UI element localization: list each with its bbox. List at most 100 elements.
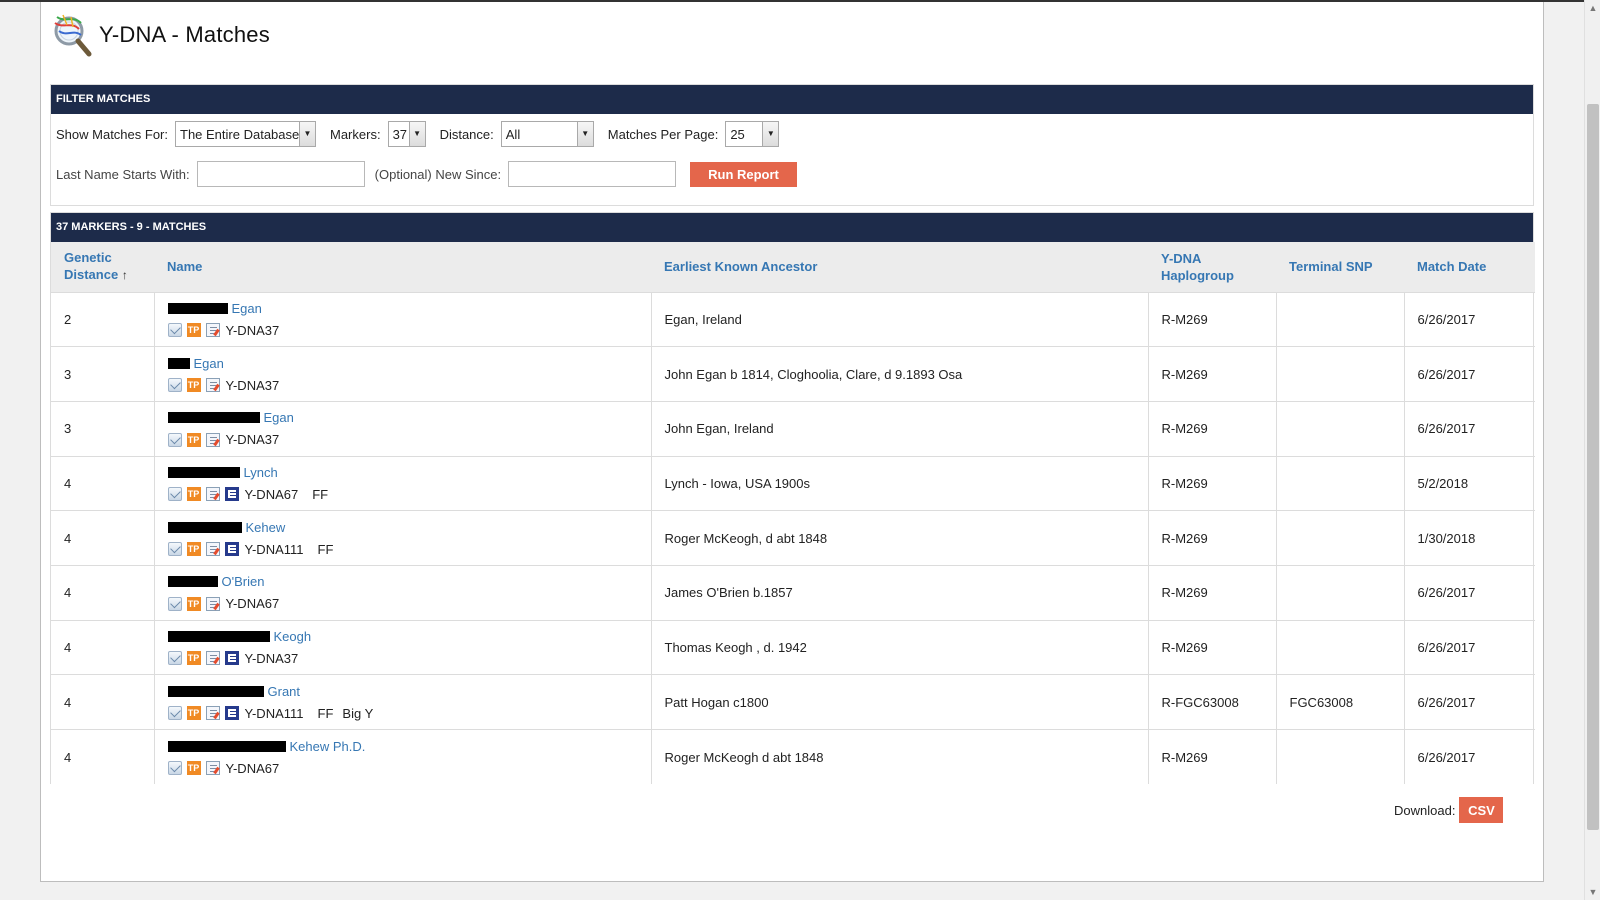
download-area: Download: CSV: [1394, 797, 1504, 823]
notes-icon[interactable]: [205, 651, 220, 666]
notes-icon[interactable]: [205, 761, 220, 776]
last-name-input[interactable]: [196, 161, 365, 187]
date-cell: 6/26/2017: [1403, 619, 1535, 675]
match-name-link[interactable]: Lynch: [244, 465, 278, 480]
envelope-icon[interactable]: [167, 487, 182, 502]
notes-icon[interactable]: [205, 596, 220, 611]
snp-cell: FGC63008: [1275, 674, 1404, 730]
match-name-link[interactable]: Egan: [232, 301, 262, 316]
table-row: 4 Lynch TP Y-DNA67 FF Lynch - Iowa, USA …: [51, 455, 1535, 511]
ancestor-cell: Roger McKeogh d abt 1848: [650, 729, 1148, 785]
match-name-link[interactable]: Keogh: [274, 629, 312, 644]
vertical-scrollbar[interactable]: ▲ ▼: [1584, 0, 1600, 900]
markers-select[interactable]: 37 ▼: [387, 121, 426, 147]
col-haplogroup[interactable]: Y-DNA Haplogroup: [1148, 242, 1276, 292]
distance-cell: 4: [51, 455, 154, 511]
test-type: Y-DNA37: [225, 377, 280, 393]
show-matches-label: Show Matches For:: [56, 126, 168, 142]
envelope-icon[interactable]: [167, 432, 182, 447]
date-cell: 6/26/2017: [1403, 291, 1535, 347]
redacted-name: [167, 357, 190, 369]
haplotree-icon[interactable]: [224, 542, 239, 557]
haplotree-icon[interactable]: [224, 706, 239, 721]
family-tree-icon[interactable]: TP: [186, 596, 201, 611]
family-tree-icon[interactable]: TP: [186, 432, 201, 447]
show-matches-select[interactable]: The Entire Database ▼: [175, 121, 316, 147]
envelope-icon[interactable]: [167, 761, 182, 776]
haplotree-icon[interactable]: [224, 487, 239, 502]
distance-cell: 4: [51, 729, 154, 785]
snp-cell: [1275, 729, 1404, 785]
table-row: 2 Egan TP Y-DNA37 Egan, Ireland R-M269 6…: [51, 291, 1535, 347]
family-tree-icon[interactable]: TP: [186, 542, 201, 557]
notes-icon[interactable]: [205, 378, 220, 393]
envelope-icon[interactable]: [167, 706, 182, 721]
col-name[interactable]: Name: [154, 242, 651, 292]
scrollbar-thumb[interactable]: [1587, 104, 1599, 830]
table-row: 3 Egan TP Y-DNA37 John Egan, Ireland R-M…: [51, 400, 1535, 457]
notes-icon[interactable]: [205, 432, 220, 447]
envelope-icon[interactable]: [167, 651, 182, 666]
table-header-row: Genetic Distance ↑ Name Earliest Known A…: [51, 242, 1535, 292]
page-title: Y-DNA - Matches: [99, 22, 270, 47]
match-name-link[interactable]: Kehew Ph.D.: [290, 739, 366, 754]
snp-cell: [1275, 510, 1404, 566]
family-tree-icon[interactable]: TP: [186, 487, 201, 502]
scroll-down-icon[interactable]: ▼: [1585, 884, 1600, 900]
distance-cell: 4: [51, 564, 154, 621]
col-ancestor[interactable]: Earliest Known Ancestor: [651, 242, 1148, 292]
big-y-tag: Big Y: [342, 705, 374, 721]
match-name-link[interactable]: Egan: [194, 356, 224, 371]
family-tree-icon[interactable]: TP: [186, 378, 201, 393]
csv-download-button[interactable]: CSV: [1459, 797, 1504, 823]
per-page-select[interactable]: 25 ▼: [725, 121, 780, 147]
name-cell: Egan TP Y-DNA37: [153, 291, 651, 347]
sort-asc-icon: ↑: [121, 268, 128, 283]
col-match-date[interactable]: Match Date: [1404, 242, 1535, 292]
family-tree-icon[interactable]: TP: [186, 761, 201, 776]
haplogroup-cell: R-M269: [1147, 619, 1276, 675]
scroll-up-icon[interactable]: ▲: [1585, 0, 1600, 16]
table-row: 4 Keogh TP Y-DNA37 Thomas Keogh , d. 194…: [51, 619, 1535, 675]
test-type: Y-DNA37: [225, 432, 280, 448]
results-panel: 37 MARKERS - 9 - MATCHES Genetic Distanc…: [50, 212, 1535, 785]
family-finder-tag: FF: [317, 541, 334, 557]
family-tree-icon[interactable]: TP: [186, 651, 201, 666]
envelope-icon[interactable]: [167, 596, 182, 611]
test-type: Y-DNA37: [225, 322, 280, 338]
page-header: Y-DNA - Matches: [49, 10, 270, 60]
chevron-down-icon: ▼: [408, 122, 425, 146]
markers-value: 37: [392, 126, 408, 142]
notes-icon[interactable]: [205, 542, 220, 557]
match-name-link[interactable]: O'Brien: [222, 574, 265, 589]
col-genetic-distance[interactable]: Genetic Distance ↑: [51, 242, 154, 292]
family-tree-icon[interactable]: TP: [186, 323, 201, 338]
envelope-icon[interactable]: [167, 323, 182, 338]
family-tree-icon[interactable]: TP: [186, 706, 201, 721]
col-terminal-snp[interactable]: Terminal SNP: [1276, 242, 1404, 292]
distance-cell: 2: [51, 291, 154, 347]
run-report-button[interactable]: Run Report: [690, 161, 797, 187]
ancestor-cell: John Egan b 1814, Cloghoolia, Clare, d 9…: [650, 346, 1148, 402]
haplogroup-cell: R-M269: [1147, 564, 1276, 621]
family-finder-tag: FF: [312, 486, 329, 502]
match-name-link[interactable]: Egan: [264, 410, 294, 425]
snp-cell: [1275, 455, 1404, 511]
match-name-link[interactable]: Grant: [268, 684, 301, 699]
notes-icon[interactable]: [205, 487, 220, 502]
distance-cell: 3: [51, 400, 154, 457]
ancestor-cell: Roger McKeogh, d abt 1848: [650, 510, 1148, 566]
envelope-icon[interactable]: [167, 542, 182, 557]
notes-icon[interactable]: [205, 323, 220, 338]
match-name-link[interactable]: Kehew: [246, 520, 286, 535]
ancestor-cell: Lynch - Iowa, USA 1900s: [650, 455, 1148, 511]
notes-icon[interactable]: [205, 706, 220, 721]
envelope-icon[interactable]: [167, 378, 182, 393]
distance-select[interactable]: All ▼: [500, 121, 594, 147]
haplotree-icon[interactable]: [224, 651, 239, 666]
date-cell: 6/26/2017: [1403, 564, 1535, 621]
distance-label: Distance:: [439, 126, 494, 142]
family-finder-tag: FF: [317, 705, 334, 721]
new-since-input[interactable]: [508, 161, 677, 187]
distance-cell: 4: [51, 619, 154, 675]
